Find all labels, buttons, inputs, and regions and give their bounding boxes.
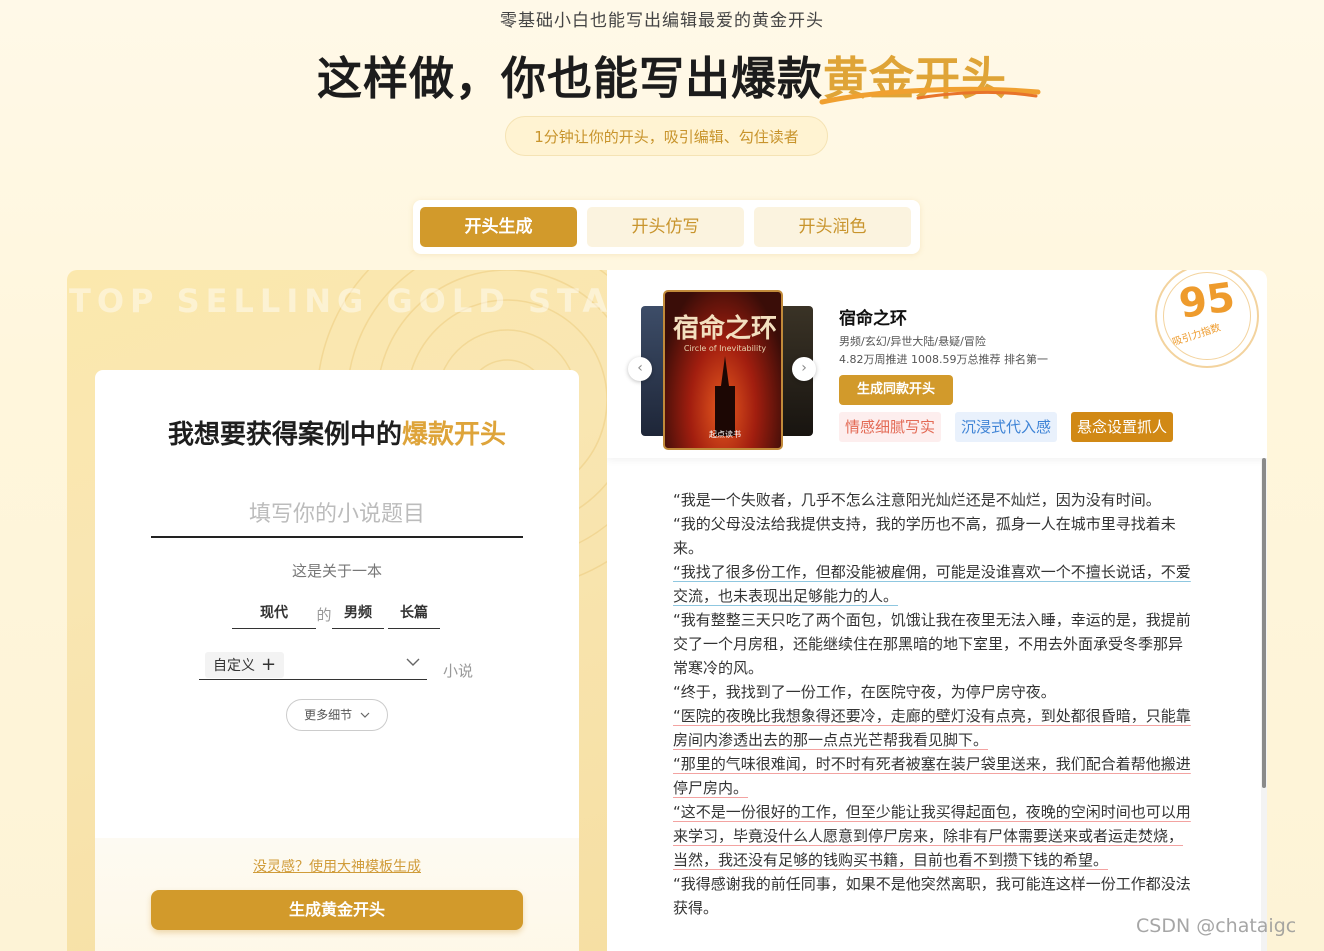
story-paragraph-highlight-red: “这不是一份很好的工作，但至少能让我买得起面包，夜晚的空闲时间也可以用来学习，毕… <box>673 803 1191 869</box>
book-header: 宿命之环 Circle of Inevitability 起点读书 ‹ › 宿命… <box>607 270 1267 458</box>
era-select[interactable]: 现代 <box>232 597 316 629</box>
top-subtitle: 零基础小白也能写出编辑最爱的黄金开头 <box>500 11 824 31</box>
story-scrollbar[interactable] <box>1261 458 1267 951</box>
book-genre: 男频/玄幻/异世大陆/悬疑/冒险 <box>839 335 986 348</box>
cover-title: 宿命之环 <box>672 314 777 344</box>
tag-emotion: 情感细腻写实 <box>839 412 942 442</box>
tab-imitate[interactable]: 开头仿写 <box>587 207 744 247</box>
genre-custom-select[interactable]: 自定义 + <box>199 650 427 680</box>
right-panel: 宿命之环 Circle of Inevitability 起点读书 ‹ › 宿命… <box>607 270 1267 951</box>
plus-icon: + <box>261 654 277 675</box>
hero-title-main: 这样做，你也能写出爆款 <box>316 52 823 105</box>
tab-generate[interactable]: 开头生成 <box>420 207 577 247</box>
form-title-gold: 爆款开头 <box>402 420 507 450</box>
generate-opening-button[interactable]: 生成黄金开头 <box>151 890 523 930</box>
form-footer: 没灵感？使用大神模板生成 生成黄金开头 <box>95 838 579 951</box>
chevron-down-icon <box>406 658 420 666</box>
mode-tabs: 开头生成 开头仿写 开头润色 <box>413 200 920 254</box>
story-paragraph-highlight-blue: “我找了很多份工作，但都没能被雇佣，可能是没谁喜欢一个不擅长说话，不爱交流，也未… <box>673 563 1191 605</box>
scrollbar-thumb[interactable] <box>1262 458 1266 788</box>
brush-underline-icon <box>819 86 1041 105</box>
xiaoshuo-label: 小说 <box>443 662 474 680</box>
story-paragraph: “我的父母没法给我提供支持，我的学历也不高，孤身一人在城市里寻找着未来。 <box>673 515 1176 557</box>
tab-polish[interactable]: 开头润色 <box>754 207 911 247</box>
story-paragraph: “我得感谢我的前任同事，如果不是他突然离职，我可能连这样一份工作都没法获得。 <box>673 875 1191 917</box>
hero-title: 这样做，你也能写出爆款黄金开头 <box>0 42 1324 107</box>
novel-title-input[interactable] <box>151 492 523 538</box>
custom-tag[interactable]: 自定义 + <box>205 652 285 678</box>
cover-publisher: 起点读书 <box>709 430 741 439</box>
story-text: “我是一个失败者，几乎不怎么注意阳光灿烂还是不灿烂，因为没有时间。 “我的父母没… <box>673 488 1197 920</box>
csdn-watermark: CSDN @chataigc <box>1136 915 1297 937</box>
chevron-down-icon <box>360 712 370 718</box>
story-paragraph-highlight-red: “那里的气味很难闻，时不时有死者被塞在装尸袋里送来，我们配合着帮他搬进停尸房内。 <box>673 755 1191 797</box>
carousel-prev-button[interactable]: ‹ <box>628 357 652 381</box>
about-label: 这是关于一本 <box>291 562 382 580</box>
form-title: 我想要获得案例中的爆款开头 <box>95 414 579 451</box>
story-paragraph-highlight-red: “医院的夜晚比我想象得还要冷，走廊的壁灯没有点亮，到处都很昏暗，只能靠房间内渗透… <box>673 707 1191 749</box>
hero-pill: 1分钟让你的开头，吸引编辑、勾住读者 <box>505 116 828 156</box>
book-name: 宿命之环 <box>839 309 907 329</box>
book-cover[interactable]: 宿命之环 Circle of Inevitability 起点读书 <box>663 290 783 450</box>
cover-subtitle: Circle of Inevitability <box>683 344 767 353</box>
more-details-button[interactable]: 更多细节 <box>286 699 388 731</box>
generate-same-button[interactable]: 生成同款开头 <box>839 375 953 405</box>
story-paragraph: “我是一个失败者，几乎不怎么注意阳光灿烂还是不灿烂，因为没有时间。 <box>673 491 1161 509</box>
connector-de: 的 <box>316 606 332 624</box>
story-paragraph: “终于，我找到了一份工作，在医院守夜，为停尸房守夜。 <box>673 683 1056 701</box>
gender-select[interactable]: 男频 <box>332 597 384 629</box>
tag-immersion: 沉浸式代入感 <box>955 412 1058 442</box>
form-card: 我想要获得案例中的爆款开头 这是关于一本 现代 的 男频 长篇 自定义+ 小说 … <box>95 370 579 951</box>
story-paragraph: “我有整整三天只吃了两个面包，饥饿让我在夜里无法入睡，幸运的是，我提前交了一个月… <box>673 611 1191 677</box>
panel-watermark: TOP SELLING GOLD START <box>69 282 607 320</box>
castle-icon <box>715 356 735 436</box>
template-link[interactable]: 没灵感？使用大神模板生成 <box>95 856 579 876</box>
length-select[interactable]: 长篇 <box>388 597 440 629</box>
book-stats: 4.82万周推进 1008.59万总推荐 排名第一 <box>839 353 1048 366</box>
left-panel: TOP SELLING GOLD START 我想要获得案例中的爆款开头 这是关… <box>67 270 607 951</box>
carousel-next-button[interactable]: › <box>792 357 816 381</box>
tag-suspense: 悬念设置抓人 <box>1071 412 1174 442</box>
form-title-main: 我想要获得案例中的 <box>167 420 402 450</box>
custom-label: 自定义 <box>213 658 255 674</box>
more-details-label: 更多细节 <box>304 708 353 722</box>
attraction-score-badge: 95 吸引力指数 <box>1155 270 1259 368</box>
